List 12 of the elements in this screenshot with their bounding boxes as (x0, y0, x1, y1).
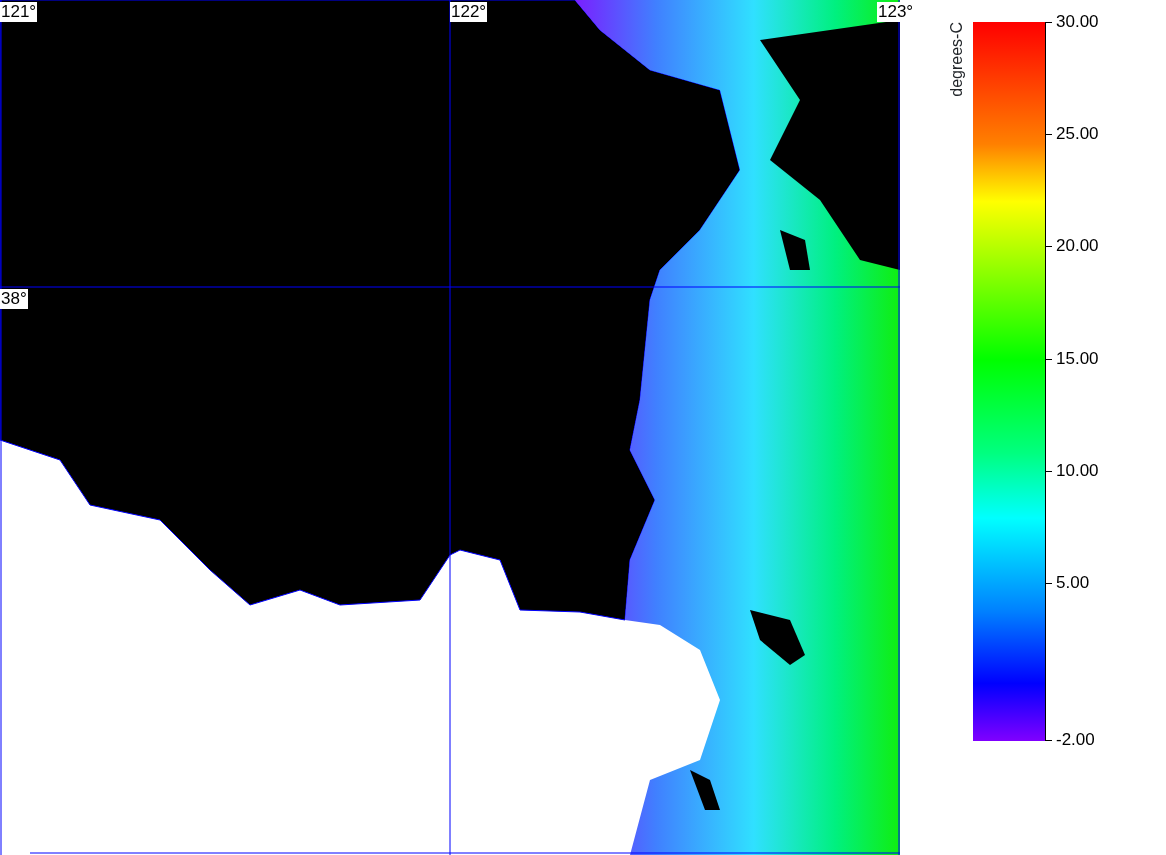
scale-tick-label: 20.00 (1056, 236, 1099, 256)
scale-tick-label: 15.00 (1056, 349, 1099, 369)
scale-tick-label: -2.00 (1056, 730, 1095, 750)
scale-tick-label: 5.00 (1056, 573, 1090, 593)
scale-tick-label: 10.00 (1056, 461, 1099, 481)
latitude-label: 38° (0, 289, 28, 309)
longitude-label: 122° (450, 2, 488, 22)
colorbar-title: degrees-C (948, 22, 966, 97)
longitude-label: 121° (0, 2, 38, 22)
scale-tick-label: 25.00 (1056, 124, 1099, 144)
scale-tick-label: 30.00 (1056, 12, 1099, 32)
longitude-label: 123° (877, 2, 915, 22)
